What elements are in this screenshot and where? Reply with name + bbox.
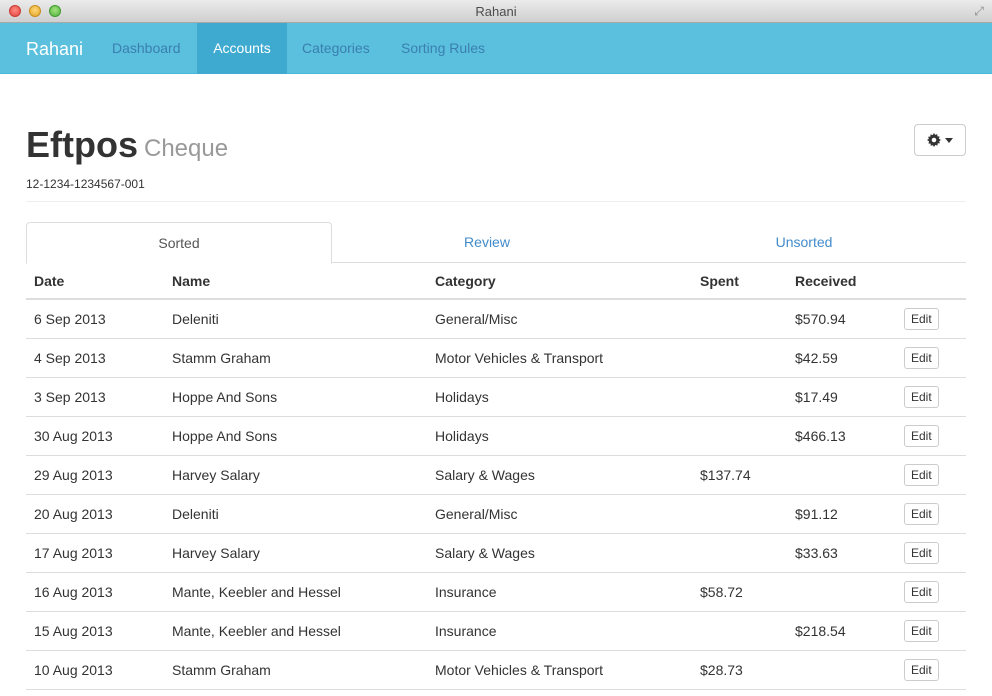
cell-name: Harvey Salary (164, 533, 427, 573)
cell-received (787, 455, 896, 495)
cell-date: 3 Sep 2013 (26, 377, 164, 417)
cell-spent: $137.74 (692, 455, 787, 495)
tab-unsorted[interactable]: Unsorted (642, 222, 966, 263)
nav-item-accounts[interactable]: Accounts (197, 23, 287, 74)
cell-spent (692, 533, 787, 573)
page-subtitle: Cheque (144, 135, 229, 162)
cell-date: 10 Aug 2013 (26, 650, 164, 690)
nav-item-sorting-rules[interactable]: Sorting Rules (386, 23, 500, 74)
cell-date: 16 Aug 2013 (26, 572, 164, 612)
table-row: 6 Sep 2013 Deleniti General/Misc $570.94… (26, 299, 966, 339)
window-titlebar: Rahani ⤢ (0, 0, 992, 23)
cell-date: 6 Sep 2013 (26, 299, 164, 339)
window-title: Rahani (475, 4, 517, 19)
cell-category: General/Misc (427, 299, 692, 339)
cell-date: 30 Aug 2013 (26, 416, 164, 456)
table-row: 20 Aug 2013 Deleniti General/Misc $91.12… (26, 494, 966, 534)
nav-item-dashboard[interactable]: Dashboard (97, 23, 196, 74)
cell-name: Deleniti (164, 494, 427, 534)
table-row: 16 Aug 2013 Mante, Keebler and Hessel In… (26, 572, 966, 612)
table-row: 15 Aug 2013 Mante, Keebler and Hessel In… (26, 611, 966, 651)
table-row: 3 Sep 2013 Hoppe And Sons Holidays $17.4… (26, 377, 966, 417)
cell-date: 29 Aug 2013 (26, 455, 164, 495)
cell-spent: $58.72 (692, 572, 787, 612)
cell-spent (692, 416, 787, 456)
edit-button[interactable]: Edit (904, 463, 939, 486)
column-header-date[interactable]: Date (26, 263, 164, 300)
fullscreen-icon[interactable]: ⤢ (972, 4, 986, 18)
cell-category: Salary & Wages (427, 455, 692, 495)
table-header-row: Date Name Category Spent Received (26, 263, 966, 300)
cell-date: 17 Aug 2013 (26, 533, 164, 573)
cell-received: $570.94 (787, 299, 896, 339)
tab-sorted[interactable]: Sorted (26, 222, 332, 264)
cell-spent (692, 494, 787, 534)
cell-category: Holidays (427, 416, 692, 456)
header-divider (26, 201, 966, 202)
edit-button[interactable]: Edit (904, 658, 939, 681)
table-row: 17 Aug 2013 Harvey Salary Salary & Wages… (26, 533, 966, 573)
cell-name: Deleniti (164, 299, 427, 339)
cell-received: $91.12 (787, 494, 896, 534)
cell-received (787, 650, 896, 690)
cell-category: General/Misc (427, 494, 692, 534)
nav-item-categories[interactable]: Categories (287, 23, 385, 74)
cell-date: 15 Aug 2013 (26, 611, 164, 651)
cell-name: Stamm Graham (164, 338, 427, 378)
navbar: Rahani Dashboard Accounts Categories Sor… (0, 23, 992, 74)
gear-icon (927, 133, 941, 147)
cell-spent (692, 377, 787, 417)
table-row: 10 Aug 2013 Stamm Graham Motor Vehicles … (26, 650, 966, 690)
account-number: 12-1234-1234567-001 (26, 177, 145, 191)
cell-received: $42.59 (787, 338, 896, 378)
cell-received: $33.63 (787, 533, 896, 573)
table-row: 29 Aug 2013 Harvey Salary Salary & Wages… (26, 455, 966, 495)
cell-date: 20 Aug 2013 (26, 494, 164, 534)
table-row: 4 Sep 2013 Stamm Graham Motor Vehicles &… (26, 338, 966, 378)
transactions-body: 6 Sep 2013 Deleniti General/Misc $570.94… (26, 299, 966, 690)
edit-button[interactable]: Edit (904, 385, 939, 408)
tab-review[interactable]: Review (332, 222, 642, 263)
transaction-tabs: Sorted Review Unsorted (26, 222, 966, 264)
transactions-table: Date Name Category Spent Received 6 Sep … (26, 263, 966, 690)
settings-dropdown-button[interactable] (914, 124, 966, 156)
cell-name: Hoppe And Sons (164, 416, 427, 456)
edit-button[interactable]: Edit (904, 502, 939, 525)
cell-received: $466.13 (787, 416, 896, 456)
column-header-category[interactable]: Category (427, 263, 692, 300)
cell-name: Harvey Salary (164, 455, 427, 495)
cell-date: 4 Sep 2013 (26, 338, 164, 378)
edit-button[interactable]: Edit (904, 541, 939, 564)
cell-category: Insurance (427, 572, 692, 612)
cell-received: $17.49 (787, 377, 896, 417)
cell-category: Motor Vehicles & Transport (427, 650, 692, 690)
cell-spent (692, 299, 787, 339)
column-header-spent[interactable]: Spent (692, 263, 787, 300)
cell-name: Stamm Graham (164, 650, 427, 690)
cell-received (787, 572, 896, 612)
cell-category: Insurance (427, 611, 692, 651)
cell-category: Motor Vehicles & Transport (427, 338, 692, 378)
column-header-received[interactable]: Received (787, 263, 896, 300)
caret-down-icon (945, 137, 953, 143)
edit-button[interactable]: Edit (904, 307, 939, 330)
cell-category: Holidays (427, 377, 692, 417)
edit-button[interactable]: Edit (904, 619, 939, 642)
cell-name: Mante, Keebler and Hessel (164, 572, 427, 612)
page-title: Eftpos (26, 124, 138, 165)
edit-button[interactable]: Edit (904, 580, 939, 603)
table-row: 30 Aug 2013 Hoppe And Sons Holidays $466… (26, 416, 966, 456)
edit-button[interactable]: Edit (904, 424, 939, 447)
edit-button[interactable]: Edit (904, 346, 939, 369)
cell-received: $218.54 (787, 611, 896, 651)
column-header-name[interactable]: Name (164, 263, 427, 300)
cell-spent (692, 611, 787, 651)
cell-name: Hoppe And Sons (164, 377, 427, 417)
navbar-brand[interactable]: Rahani (26, 39, 83, 60)
cell-spent: $28.73 (692, 650, 787, 690)
cell-spent (692, 338, 787, 378)
cell-name: Mante, Keebler and Hessel (164, 611, 427, 651)
column-header-actions (896, 263, 966, 300)
cell-category: Salary & Wages (427, 533, 692, 573)
